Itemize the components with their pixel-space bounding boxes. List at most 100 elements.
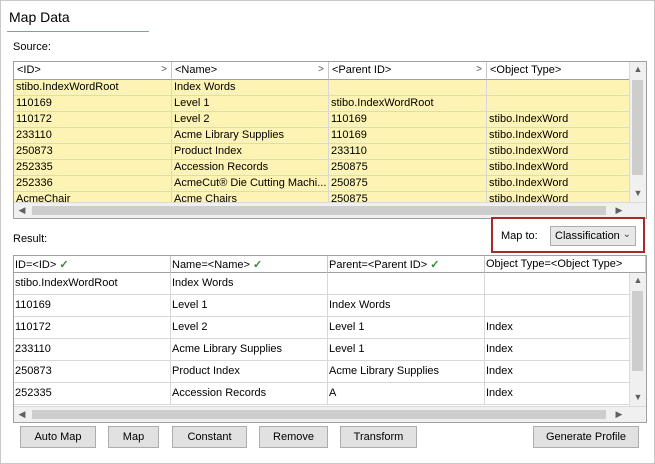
result-table-cell: Accession Records — [171, 383, 328, 405]
source-table-cell: 252335 — [14, 160, 172, 176]
result-table-cell: Product Index — [171, 361, 328, 383]
result-table-cell: Index Words — [328, 295, 485, 317]
source-header-name-label: <Name> — [175, 64, 218, 76]
source-table-cell: Product Index — [172, 144, 329, 160]
result-vertical-scrollbar[interactable]: ▲ ▼ — [629, 273, 646, 406]
result-header-id[interactable]: ID=<ID> ✓ — [14, 256, 171, 273]
result-table-cell: 252335 — [14, 383, 171, 405]
result-table-row[interactable]: 252335 Accession Records A Index — [14, 383, 630, 405]
map-data-panel: Map Data Source: <ID> > <Name> > <Parent… — [0, 0, 655, 464]
title-underline — [7, 31, 149, 32]
map-to-label: Map to: — [501, 230, 538, 242]
source-table-cell: Level 2 — [172, 112, 329, 128]
page-title: Map Data — [9, 9, 70, 25]
source-table-cell: 110169 — [14, 96, 172, 112]
result-table-row[interactable]: 110169 Level 1 Index Words — [14, 295, 630, 317]
source-header-parent-label: <Parent ID> — [332, 64, 392, 76]
source-table-cell: stibo.IndexWord — [487, 176, 630, 192]
result-table-cell — [485, 273, 630, 295]
auto-map-button[interactable]: Auto Map — [20, 426, 96, 448]
source-table-cell: 250875 — [329, 176, 487, 192]
source-table-cell: 233110 — [329, 144, 487, 160]
source-table-cell: stibo.IndexWord — [487, 160, 630, 176]
source-table-cell: stibo.IndexWordRoot — [329, 96, 487, 112]
result-table-cell: Index Words — [171, 273, 328, 295]
result-table-cell: Level 1 — [328, 317, 485, 339]
result-header-object-type[interactable]: Object Type=<Object Type> — [485, 256, 646, 273]
source-table-row[interactable]: 252336 AcmeCut® Die Cutting Machi... 25087… — [14, 176, 630, 192]
source-label: Source: — [13, 41, 51, 53]
source-vertical-scrollbar[interactable]: ▲ ▼ — [629, 62, 646, 202]
scroll-thumb[interactable] — [632, 291, 643, 371]
checkmark-icon: ✓ — [253, 259, 263, 271]
result-header-parent[interactable]: Parent=<Parent ID> ✓ — [328, 256, 485, 273]
result-table-cell: Index — [485, 339, 630, 361]
scroll-thumb[interactable] — [32, 410, 606, 419]
result-table-cell: 110172 — [14, 317, 171, 339]
scroll-thumb[interactable] — [32, 206, 606, 215]
source-table-cell: stibo.IndexWord — [487, 128, 630, 144]
scroll-up-icon[interactable]: ▲ — [630, 64, 646, 74]
source-table-row[interactable]: 110169 Level 1 stibo.IndexWordRoot — [14, 96, 630, 112]
map-button[interactable]: Map — [108, 426, 159, 448]
source-table-row[interactable]: 252335 Accession Records 250875 stibo.Index… — [14, 160, 630, 176]
result-table-cell: Acme Library Supplies — [328, 361, 485, 383]
chevron-right-icon: > — [161, 64, 167, 75]
scroll-up-icon[interactable]: ▲ — [630, 275, 646, 285]
result-table-row[interactable]: 110172 Level 2 Level 1 Index — [14, 317, 630, 339]
generate-profile-button[interactable]: Generate Profile — [533, 426, 639, 448]
transform-button[interactable]: Transform — [340, 426, 417, 448]
scroll-down-icon[interactable]: ▼ — [630, 188, 646, 198]
constant-button[interactable]: Constant — [172, 426, 247, 448]
source-table-cell: stibo.IndexWord — [487, 112, 630, 128]
scroll-left-icon[interactable]: ◀ — [14, 205, 30, 216]
checkmark-icon: ✓ — [59, 259, 69, 271]
result-table-cell: 233110 — [14, 339, 171, 361]
result-table-cell: Level 2 — [171, 317, 328, 339]
source-table-row[interactable]: 250873 Product Index 233110 stibo.IndexWord — [14, 144, 630, 160]
result-table-cell — [328, 273, 485, 295]
scroll-down-icon[interactable]: ▼ — [630, 392, 646, 402]
result-table-cell: Acme Library Supplies — [171, 339, 328, 361]
source-table-row[interactable]: 110172 Level 2 110169 stibo.IndexWord — [14, 112, 630, 128]
result-header-parent-label: Parent=<Parent ID> — [329, 259, 428, 271]
source-table-row[interactable]: 233110 Acme Library Supplies 110169 stibo.I… — [14, 128, 630, 144]
chevron-right-icon: > — [318, 64, 324, 75]
chevron-right-icon: > — [476, 64, 482, 75]
scroll-left-icon[interactable]: ◀ — [14, 409, 30, 420]
source-table[interactable]: <ID> > <Name> > <Parent ID> > <Object Ty… — [13, 61, 647, 219]
source-table-row[interactable]: stibo.IndexWordRoot Index Words — [14, 80, 630, 96]
result-table-cell: Index — [485, 361, 630, 383]
result-header-name[interactable]: Name=<Name> ✓ — [171, 256, 328, 273]
scroll-thumb[interactable] — [632, 80, 643, 175]
source-table-cell: Level 1 — [172, 96, 329, 112]
source-header-name[interactable]: <Name> > — [172, 62, 329, 80]
result-table-cell: 250873 — [14, 361, 171, 383]
source-header-parent-id[interactable]: <Parent ID> > — [329, 62, 487, 80]
result-table-row[interactable]: 233110 Acme Library Supplies Level 1 Index — [14, 339, 630, 361]
result-table-cell: Index — [485, 317, 630, 339]
source-table-cell: Acme Library Supplies — [172, 128, 329, 144]
source-table-cell — [329, 80, 487, 96]
checkmark-icon: ✓ — [430, 259, 440, 271]
source-header-id[interactable]: <ID> > — [14, 62, 172, 80]
map-to-select[interactable]: Classification ⌄ — [550, 226, 636, 246]
result-table[interactable]: ID=<ID> ✓ Name=<Name> ✓ Parent=<Parent I… — [13, 255, 647, 423]
result-table-row[interactable]: 250873 Product Index Acme Library Supplies… — [14, 361, 630, 383]
result-table-row[interactable]: stibo.IndexWordRoot Index Words — [14, 273, 630, 295]
result-header-type-label: Object Type=<Object Type> — [486, 258, 623, 270]
source-table-cell: 110172 — [14, 112, 172, 128]
remove-button[interactable]: Remove — [259, 426, 328, 448]
scroll-right-icon[interactable]: ▶ — [611, 205, 627, 216]
source-table-cell: stibo.IndexWordRoot — [14, 80, 172, 96]
result-table-cell: 110169 — [14, 295, 171, 317]
result-horizontal-scrollbar[interactable]: ◀ ▶ — [14, 406, 646, 422]
result-header-name-label: Name=<Name> — [172, 259, 250, 271]
result-table-cell: Level 1 — [171, 295, 328, 317]
scroll-right-icon[interactable]: ▶ — [611, 409, 627, 420]
source-table-cell: Accession Records — [172, 160, 329, 176]
source-header-object-type[interactable]: <Object Type> — [487, 62, 630, 80]
source-table-cell: 252336 — [14, 176, 172, 192]
source-table-cell: 110169 — [329, 112, 487, 128]
map-to-group: Map to: Classification ⌄ — [491, 217, 645, 253]
